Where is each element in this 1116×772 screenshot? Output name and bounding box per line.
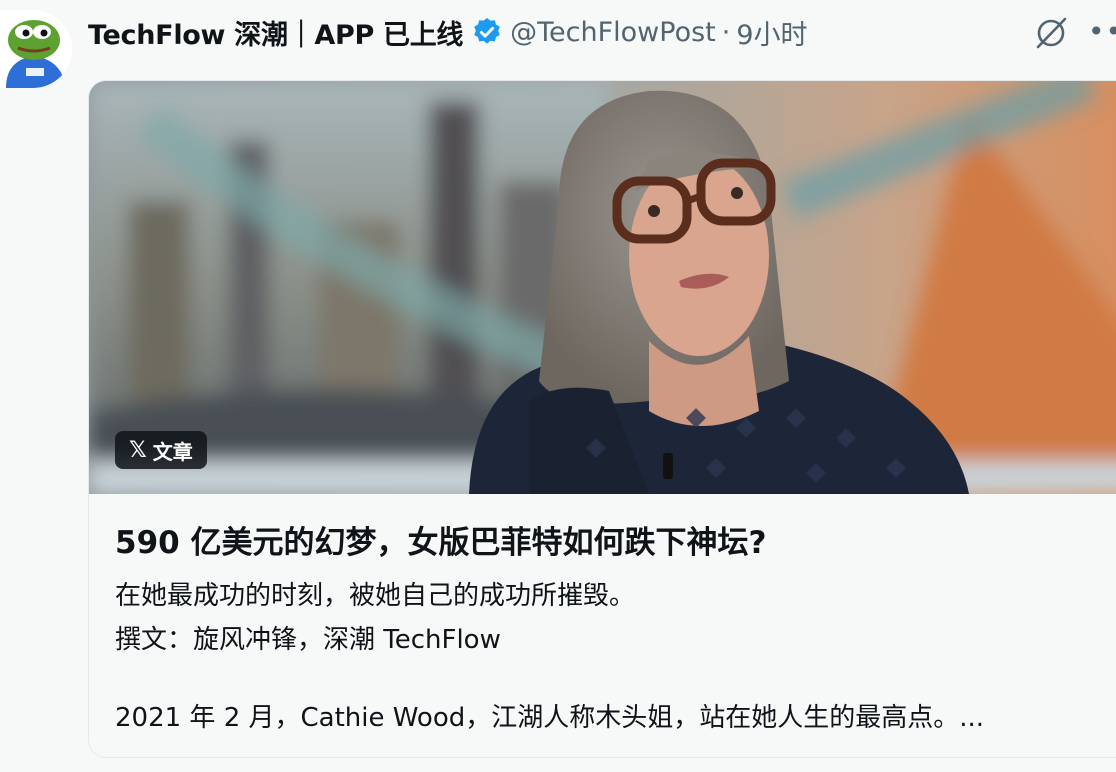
grok-icon[interactable] [1032,14,1070,52]
article-title[interactable]: 590 亿美元的幻梦，女版巴菲特如何跌下神坛? [115,517,766,562]
avatar[interactable] [0,10,72,88]
tweet[interactable]: TechFlow 深潮｜APP 已上线 @TechFlowPost · 9小时 … [0,0,1116,772]
separator-dot: · [721,16,731,48]
author-display-name[interactable]: TechFlow 深潮｜APP 已上线 [88,13,463,52]
article-badge: 𝕏 文章 [115,431,207,469]
article-badge-label: 文章 [152,439,193,464]
article-card[interactable]: 𝕏 文章 590 亿美元的幻梦，女版巴菲特如何跌下神坛? 在她最成功的时刻，被她… [88,80,1116,758]
tweet-timestamp[interactable]: 9小时 [736,13,807,52]
article-excerpt: 2021 年 2 月，Cathie Wood，江湖人称木头姐，站在她人生的最高点… [115,703,985,733]
article-cover-image[interactable]: 𝕏 文章 [89,81,1116,494]
article-byline: 撰文：旋风冲锋，深潮 TechFlow [115,625,501,655]
author-handle[interactable]: @TechFlowPost [510,17,716,48]
pepe-avatar-image [0,10,72,88]
more-options-icon[interactable]: ••• [1088,18,1116,46]
x-logo-icon: 𝕏 [129,437,147,463]
verified-badge-icon[interactable] [471,16,503,48]
article-subtitle: 在她最成功的时刻，被她自己的成功所摧毁。 [115,581,636,611]
tweet-header: TechFlow 深潮｜APP 已上线 @TechFlowPost · 9小时 [88,10,808,54]
